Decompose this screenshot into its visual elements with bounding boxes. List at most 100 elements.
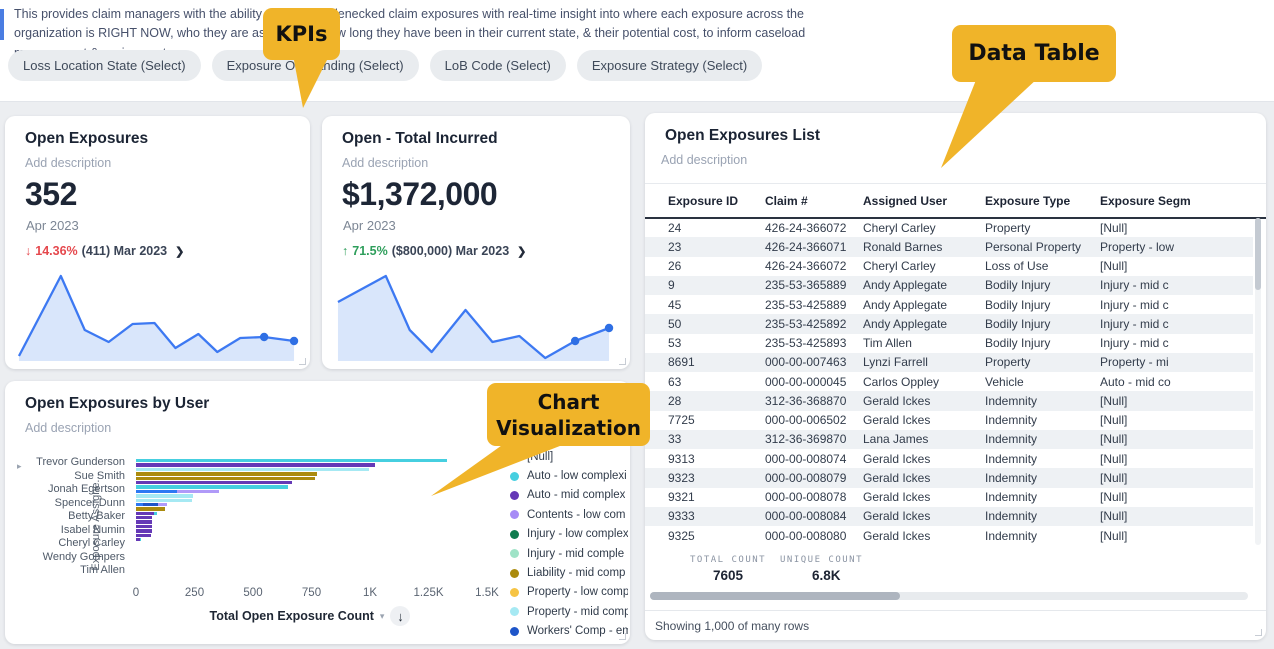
table-cell: 426-24-366072	[765, 221, 863, 235]
bar-segment	[136, 481, 292, 484]
bar-row[interactable]	[136, 490, 488, 493]
table-row[interactable]: 26426-24-366072Cheryl CarleyLoss of Use[…	[645, 257, 1253, 276]
legend-item[interactable]: Liability - mid comp	[510, 563, 628, 582]
category-label: Trevor Gunderson	[33, 456, 125, 470]
bar-row[interactable]	[136, 529, 488, 532]
filter-chip[interactable]: Loss Location State (Select)	[8, 50, 201, 81]
x-axis-ticks: 02505007501K1.25K1.5K	[136, 587, 488, 601]
bar-row[interactable]	[136, 516, 488, 519]
legend-color-dot	[510, 491, 519, 500]
table-cell: 45	[668, 298, 765, 312]
table-row[interactable]: 9333000-00-008084Gerald IckesIndemnity[N…	[645, 507, 1253, 526]
legend-color-dot	[510, 549, 519, 558]
add-description-button[interactable]: Add description	[25, 421, 111, 435]
table-cell: 63	[668, 375, 765, 389]
table-cell: 28	[668, 394, 765, 408]
table-row[interactable]: 9313000-00-008074Gerald IckesIndemnity[N…	[645, 449, 1253, 468]
bar-row[interactable]	[136, 520, 488, 523]
table-row[interactable]: 9325000-00-008080Gerald IckesIndemnity[N…	[645, 526, 1253, 545]
bar-segment	[136, 516, 152, 519]
table-cell: Vehicle	[985, 375, 1100, 389]
table-cell: Bodily Injury	[985, 298, 1100, 312]
add-description-button[interactable]: Add description	[342, 156, 428, 170]
table-row[interactable]: 45235-53-425889Andy ApplegateBodily Inju…	[645, 295, 1253, 314]
table-row[interactable]: 9323000-00-008079Gerald IckesIndemnity[N…	[645, 468, 1253, 487]
legend-item[interactable]: Workers' Comp - em	[510, 622, 628, 641]
filter-chip[interactable]: Exposure Strategy (Select)	[577, 50, 762, 81]
table-row[interactable]: 24426-24-366072Cheryl CarleyProperty[Nul…	[645, 218, 1253, 237]
table-cell: Auto - mid co	[1100, 375, 1253, 389]
legend-item[interactable]: Injury - low complex	[510, 525, 628, 544]
bar-segment	[140, 538, 141, 541]
annotation-text: Data Table	[968, 41, 1099, 66]
bar-row[interactable]	[136, 472, 488, 475]
category-label: Isabel Numin	[33, 524, 125, 538]
legend-item[interactable]: Auto - low complexi	[510, 466, 628, 485]
legend-color-dot	[510, 588, 519, 597]
column-header[interactable]: Exposure Segm	[1100, 194, 1266, 208]
table-row[interactable]: 28312-36-368870Gerald IckesIndemnity[Nul…	[645, 391, 1253, 410]
table-row[interactable]: 53235-53-425893Tim AllenBodily InjuryInj…	[645, 334, 1253, 353]
unique-count-value: 6.8K	[812, 568, 841, 583]
table-row[interactable]: 7725000-00-006502Gerald IckesIndemnity[N…	[645, 411, 1253, 430]
column-header[interactable]: Claim #	[765, 194, 863, 208]
total-count-label: TOTAL COUNT	[690, 555, 766, 565]
bar-row[interactable]	[136, 459, 488, 462]
table-body: 24426-24-366072Cheryl CarleyProperty[Nul…	[645, 218, 1253, 545]
chevron-right-icon[interactable]: ❯	[517, 245, 526, 258]
add-description-button[interactable]: Add description	[661, 153, 747, 167]
bar-row[interactable]	[136, 534, 488, 537]
scrollbar-thumb[interactable]	[650, 592, 900, 600]
table-row[interactable]: 9235-53-365889Andy ApplegateBodily Injur…	[645, 276, 1253, 295]
bar-row[interactable]	[136, 507, 488, 510]
bar-segment	[136, 459, 447, 462]
table-cell: Indemnity	[985, 471, 1100, 485]
table-cell: Gerald Ickes	[863, 394, 985, 408]
vertical-scrollbar[interactable]	[1255, 218, 1261, 545]
column-header[interactable]: Assigned User	[863, 194, 985, 208]
table-row[interactable]: 8691000-00-007463Lynzi FarrellPropertyPr…	[645, 353, 1253, 372]
chevron-right-icon[interactable]: ❯	[175, 245, 184, 258]
table-row[interactable]: 33312-36-369870Lana JamesIndemnity[Null]	[645, 430, 1253, 449]
table-row[interactable]: 50235-53-425892Andy ApplegateBodily Inju…	[645, 314, 1253, 333]
table-cell: 9313	[668, 452, 765, 466]
table-row[interactable]: 23426-24-366071Ronald BarnesPersonal Pro…	[645, 237, 1253, 256]
legend-item[interactable]: Property - mid comp	[510, 602, 628, 621]
bar-row[interactable]	[136, 512, 488, 515]
bar-plot	[136, 459, 488, 542]
table-cell: Gerald Ickes	[863, 452, 985, 466]
table-cell: 9325	[668, 529, 765, 543]
table-row[interactable]: 63000-00-000045Carlos OppleyVehicleAuto …	[645, 372, 1253, 391]
add-description-button[interactable]: Add description	[25, 156, 111, 170]
bar-row[interactable]	[136, 481, 488, 484]
table-cell: 9323	[668, 471, 765, 485]
bar-row[interactable]	[136, 485, 488, 488]
legend-item[interactable]: [Null]	[510, 447, 628, 466]
bar-row[interactable]	[136, 503, 488, 506]
table-row[interactable]: 9321000-00-008078Gerald IckesIndemnity[N…	[645, 488, 1253, 507]
bar-row[interactable]	[136, 468, 488, 471]
collapse-caret-icon[interactable]: ▸	[17, 461, 22, 472]
column-header[interactable]: Exposure ID	[668, 194, 765, 208]
legend-item[interactable]: Injury - mid comple	[510, 544, 628, 563]
legend-item[interactable]: Contents - low com	[510, 505, 628, 524]
table-cell: Indemnity	[985, 490, 1100, 504]
bar-row[interactable]	[136, 494, 488, 497]
bar-row[interactable]	[136, 463, 488, 466]
bar-row[interactable]	[136, 525, 488, 528]
scrollbar-thumb[interactable]	[1255, 218, 1261, 290]
table-cell: Andy Applegate	[863, 298, 985, 312]
chevron-down-icon[interactable]: ▾	[380, 611, 385, 622]
table-cell: [Null]	[1100, 471, 1253, 485]
sort-descending-icon[interactable]: ↓	[390, 606, 410, 626]
legend-item[interactable]: Property - low comp	[510, 583, 628, 602]
bar-row[interactable]	[136, 538, 488, 541]
horizontal-scrollbar[interactable]	[650, 592, 1248, 600]
legend-item[interactable]: Auto - mid complex	[510, 486, 628, 505]
table-cell: 9	[668, 278, 765, 292]
table-cell: Lynzi Farrell	[863, 355, 985, 369]
bar-row[interactable]	[136, 499, 488, 502]
column-header[interactable]: Exposure Type	[985, 194, 1100, 208]
filter-chip[interactable]: LoB Code (Select)	[430, 50, 566, 81]
bar-row[interactable]	[136, 477, 488, 480]
